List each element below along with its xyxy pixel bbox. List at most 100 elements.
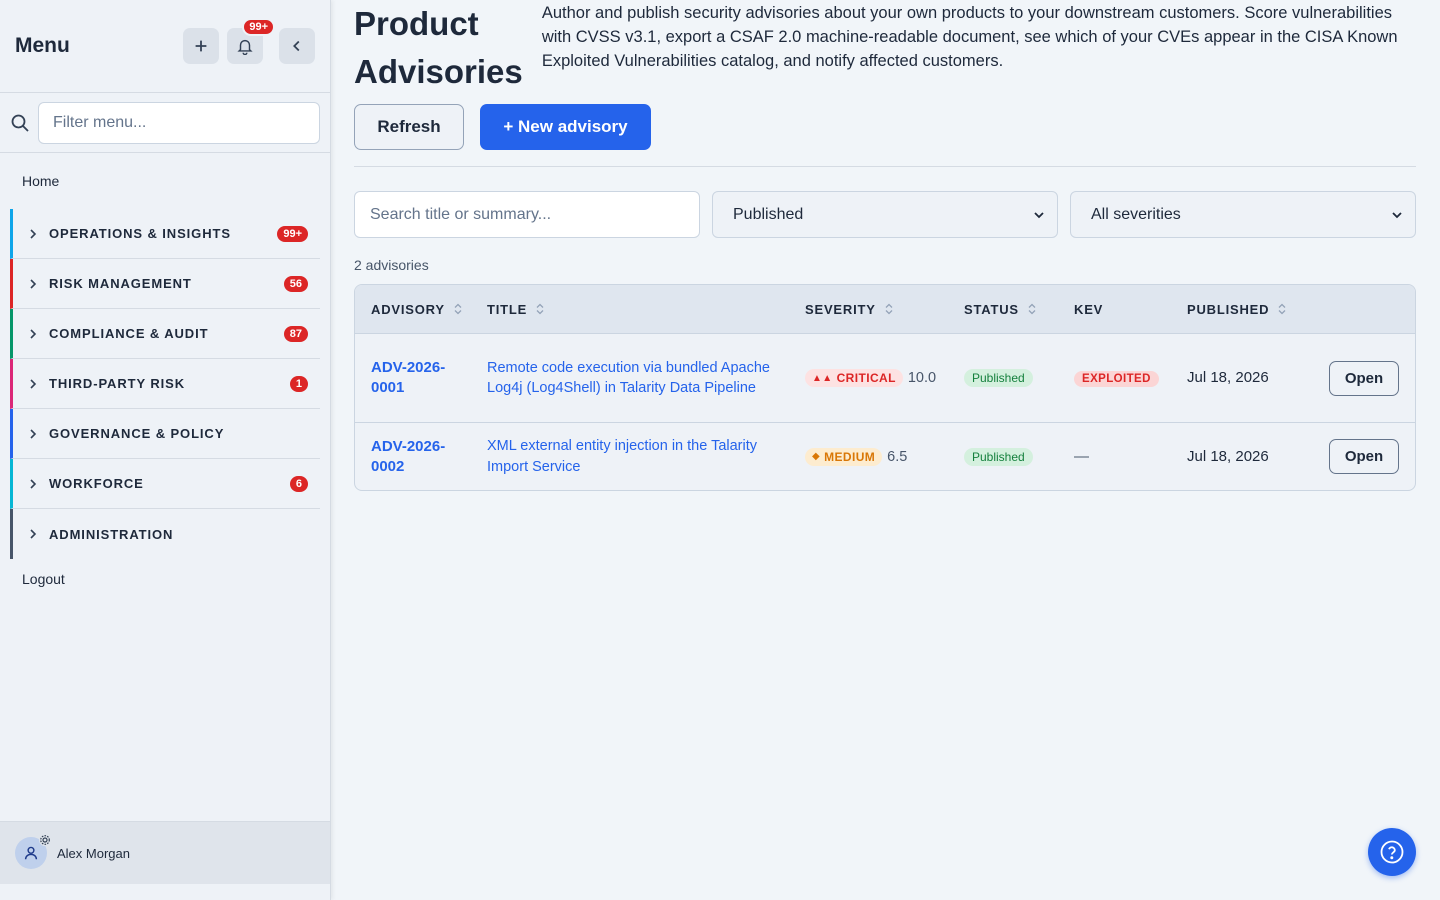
add-button[interactable]	[183, 28, 219, 64]
sidebar-group-administration[interactable]: ADMINISTRATION	[10, 509, 320, 559]
new-advisory-button[interactable]: + New advisory	[480, 104, 651, 150]
advisory-id-link[interactable]: ADV-2026- 0001	[355, 358, 487, 398]
sidebar-group-label: GOVERNANCE & POLICY	[49, 426, 225, 441]
column-header-label: TITLE	[487, 301, 528, 317]
severity-cell: ◆ MEDIUM 6.5	[805, 447, 964, 466]
chevron-right-icon	[30, 378, 37, 389]
sort-icon	[1278, 303, 1286, 315]
sidebar-group-workforce[interactable]: WORKFORCE 6	[10, 459, 320, 509]
chevron-right-icon	[30, 228, 37, 239]
column-header-advisory[interactable]: ADVISORY	[355, 302, 487, 317]
chevron-right-icon	[30, 428, 37, 439]
user-name: Alex Morgan	[57, 845, 130, 861]
chevron-down-icon	[1034, 211, 1044, 218]
column-header-published[interactable]: PUBLISHED	[1187, 302, 1347, 317]
chevron-right-icon	[30, 529, 37, 539]
severity-select-value: All severities	[1091, 205, 1181, 223]
gear-icon	[39, 834, 51, 846]
column-header-kev: KEV	[1074, 302, 1187, 317]
table-row: ADV-2026- 0002 XML external entity injec…	[355, 423, 1415, 490]
advisory-title-link[interactable]: Remote code execution via bundled Apache…	[487, 358, 795, 399]
page-header: Product Advisories Author and publish se…	[354, 0, 1416, 94]
refresh-button[interactable]: Refresh	[354, 104, 464, 150]
cvss-score: 6.5	[887, 448, 908, 465]
status-select-value: Published	[733, 205, 804, 223]
kev-empty: —	[1074, 447, 1089, 465]
sidebar-group-label: WORKFORCE	[49, 476, 144, 491]
table-row: ADV-2026- 0001 Remote code execution via…	[355, 334, 1415, 423]
sort-icon	[1028, 303, 1036, 315]
page-title: Product Advisories	[354, 5, 523, 90]
chevron-right-icon	[30, 278, 37, 289]
status-select[interactable]: Published	[712, 191, 1058, 238]
column-header-title[interactable]: TITLE	[487, 302, 805, 317]
column-header-label: STATUS	[964, 301, 1019, 317]
sidebar-group-label: ADMINISTRATION	[49, 526, 174, 542]
notifications-badge: 99+	[242, 18, 275, 36]
advisory-id: ADV-2026-	[371, 359, 446, 376]
sidebar-group-compliance[interactable]: COMPLIANCE & AUDIT 87	[10, 309, 320, 359]
table-header: ADVISORY TITLE SEVERITY STATUS KEV PUBLI…	[355, 285, 1415, 334]
advisory-id: 0001	[371, 379, 405, 396]
sidebar-group-badge: 87	[283, 325, 308, 342]
bell-icon	[237, 39, 253, 55]
open-button[interactable]: Open	[1329, 360, 1399, 396]
sidebar-group-risk[interactable]: RISK MANAGEMENT 56	[10, 259, 320, 309]
help-icon	[1380, 840, 1404, 864]
help-button[interactable]	[1368, 828, 1416, 876]
medium-icon: ◆	[812, 451, 821, 462]
advisory-title-link[interactable]: XML external entity injection in the Tal…	[487, 436, 795, 477]
page-description: Author and publish security advisories a…	[541, 4, 1398, 70]
severity-select[interactable]: All severities	[1070, 191, 1416, 238]
main-content: Product Advisories Author and publish se…	[354, 0, 1416, 491]
sidebar-nav: Home OPERATIONS & INSIGHTS 99+ RISK MANA…	[0, 153, 330, 599]
sidebar-group-label: COMPLIANCE & AUDIT	[49, 326, 209, 341]
sidebar-group-label: RISK MANAGEMENT	[49, 276, 192, 291]
severity-badge: ▲▲ CRITICAL	[805, 369, 903, 387]
logout-link[interactable]: Logout	[10, 559, 320, 599]
sidebar-header: Menu 99+	[0, 0, 330, 93]
sidebar-group-operations[interactable]: OPERATIONS & INSIGHTS 99+	[10, 209, 320, 259]
advisory-id: 0002	[371, 457, 405, 475]
sidebar-title: Menu	[15, 34, 70, 57]
sidebar: Menu 99+ Home OPERATIONS & INSIGHTS 99+ …	[0, 0, 331, 900]
user-footer[interactable]: Alex Morgan	[0, 821, 330, 884]
search-icon	[11, 114, 29, 132]
status-badge: Published	[964, 447, 1033, 466]
sidebar-group-governance[interactable]: GOVERNANCE & POLICY	[10, 409, 320, 459]
sidebar-group-badge: 56	[283, 275, 308, 292]
critical-icon: ▲▲	[812, 372, 833, 384]
kev-badge: EXPLOITED	[1074, 371, 1159, 387]
chevron-right-icon	[30, 478, 37, 489]
chevron-down-icon	[1392, 211, 1402, 218]
menu-filter-input[interactable]	[38, 101, 320, 144]
notifications-button[interactable]: 99+	[227, 18, 275, 64]
status-badge: Published	[964, 369, 1033, 387]
column-header-status[interactable]: STATUS	[964, 302, 1074, 317]
search-input[interactable]	[354, 191, 700, 238]
column-header-label: PUBLISHED	[1187, 301, 1270, 317]
filter-bar: Published All severities	[354, 191, 1416, 238]
sidebar-group-badge: 6	[289, 475, 308, 492]
user-icon	[24, 846, 38, 860]
severity-label: CRITICAL	[836, 371, 896, 385]
menu-filter	[0, 93, 330, 153]
column-header-label: ADVISORY	[371, 301, 445, 317]
open-button[interactable]: Open	[1329, 439, 1399, 474]
divider	[354, 166, 1416, 167]
severity-cell: ▲▲ CRITICAL 10.0	[805, 369, 964, 387]
severity-badge: ◆ MEDIUM	[805, 447, 883, 466]
column-header-severity[interactable]: SEVERITY	[805, 302, 964, 317]
column-header-label: KEV	[1074, 301, 1104, 317]
sidebar-group-badge: 99+	[277, 225, 308, 242]
advisory-id-link[interactable]: ADV-2026- 0002	[355, 437, 487, 477]
sidebar-group-third-party[interactable]: THIRD-PARTY RISK 1	[10, 359, 320, 409]
sidebar-group-badge: 1	[289, 375, 308, 392]
sidebar-item-home[interactable]: Home	[10, 153, 320, 209]
collapse-sidebar-button[interactable]	[279, 28, 315, 64]
published-date: Jul 18, 2026	[1187, 369, 1269, 386]
published-date: Jul 18, 2026	[1187, 447, 1269, 465]
sidebar-group-label: THIRD-PARTY RISK	[49, 376, 185, 391]
avatar	[15, 834, 51, 869]
column-header-label: SEVERITY	[805, 301, 876, 317]
